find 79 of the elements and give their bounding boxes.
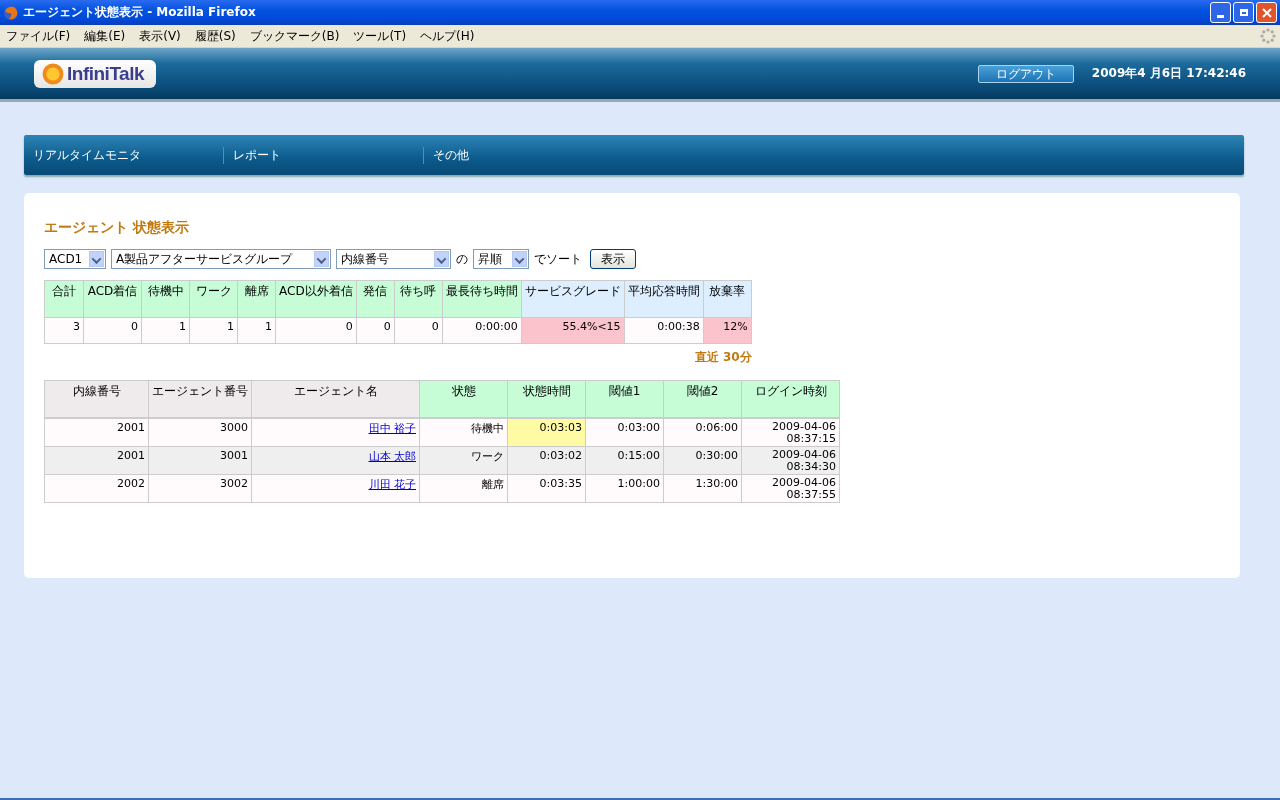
table-cell: 55.4%<15 <box>521 317 625 344</box>
column-header: 待ち呼 <box>394 280 443 318</box>
table-cell: 0:03:03 <box>507 418 586 447</box>
column-header: エージェント番号 <box>148 380 252 418</box>
menu-item[interactable]: ブックマーク(B) <box>245 27 344 45</box>
column-header: ログイン時刻 <box>741 380 840 418</box>
browser-globe-icon <box>3 4 19 21</box>
table-cell: 0:00:38 <box>624 317 704 344</box>
order-select[interactable]: 昇順 <box>473 249 529 269</box>
acd-select[interactable]: ACD1 <box>44 249 106 269</box>
datetime: 2009年4 月6日 17:42:46 <box>1091 65 1246 82</box>
column-header: 発信 <box>356 280 395 318</box>
table-cell: 0:15:00 <box>585 446 664 475</box>
nav-item[interactable]: その他 <box>424 146 623 164</box>
period-label: 直近 30分 <box>693 349 752 366</box>
table-cell: 2001 <box>44 418 149 447</box>
table-cell: 0:00:00 <box>442 317 522 344</box>
column-header: 内線番号 <box>44 380 149 418</box>
table-cell: 3001 <box>148 446 252 475</box>
column-header: 閾値1 <box>585 380 664 418</box>
menu-item[interactable]: ファイル(F) <box>2 27 75 45</box>
minimize-button[interactable] <box>1210 2 1231 23</box>
column-header: サービスグレード <box>521 280 625 318</box>
table-cell: 1:30:00 <box>663 474 742 503</box>
window-title: エージェント状態表示 - Mozilla Firefox <box>23 4 257 21</box>
table-cell: 2009-04-06 08:37:55 <box>741 474 840 503</box>
table-cell: 待機中 <box>419 418 508 447</box>
column-header: 合計 <box>44 280 84 318</box>
column-header: 放棄率 <box>703 280 752 318</box>
loading-throbber-icon <box>1260 28 1276 44</box>
menu-item[interactable]: ヘルプ(H) <box>416 27 479 45</box>
column-header: 最長待ち時間 <box>442 280 522 318</box>
menu-item[interactable]: 表示(V) <box>135 27 185 45</box>
restore-button[interactable] <box>1233 2 1254 23</box>
table-cell: 離席 <box>419 474 508 503</box>
close-button[interactable] <box>1256 2 1277 23</box>
table-cell: 2009-04-06 08:34:30 <box>741 446 840 475</box>
table-cell: 0:03:00 <box>585 418 664 447</box>
agent-name-link[interactable]: 川田 花子 <box>368 478 416 492</box>
close-icon <box>1261 7 1272 18</box>
column-header: 離席 <box>237 280 276 318</box>
menu-item[interactable]: 編集(E) <box>80 27 130 45</box>
page-title: エージェント 状態表示 <box>44 219 190 237</box>
nav-item[interactable]: リアルタイムモニタ <box>24 146 224 164</box>
column-header: 閾値2 <box>663 380 742 418</box>
table-cell: 0:03:02 <box>507 446 586 475</box>
logo-text: InfiniTalk <box>67 62 144 85</box>
menu-item[interactable]: ツール(T) <box>349 27 411 45</box>
logout-button[interactable]: ログアウト <box>977 64 1074 83</box>
agent-name-link[interactable]: 田中 裕子 <box>368 422 416 435</box>
table-cell: 0:03:35 <box>507 474 586 503</box>
table-cell: 3002 <box>148 474 252 503</box>
table-cell: 0:06:00 <box>663 418 742 447</box>
table-cell: ワーク <box>419 446 508 475</box>
column-header: ACD着信 <box>83 280 142 318</box>
table-cell: 0 <box>275 317 357 344</box>
nav-item[interactable]: レポート <box>224 146 424 164</box>
show-button[interactable]: 表示 <box>590 249 636 269</box>
sort-label: でソート <box>534 250 582 268</box>
column-header: 状態時間 <box>507 380 586 418</box>
table-cell: 2001 <box>44 446 149 475</box>
table-cell: 0:30:00 <box>663 446 742 475</box>
table-cell: 3000 <box>148 418 252 447</box>
table-cell: 2002 <box>44 474 149 503</box>
column-header: エージェント名 <box>251 380 420 418</box>
table-cell: 2009-04-06 08:37:15 <box>741 418 840 447</box>
column-header: 状態 <box>419 380 508 418</box>
sort-key-select[interactable]: 内線番号 <box>336 249 451 269</box>
sun-icon <box>42 62 64 85</box>
table-cell: 1:00:00 <box>585 474 664 503</box>
agent-name-link[interactable]: 山本 太郎 <box>368 450 416 464</box>
menu-item[interactable]: 履歴(S) <box>190 27 240 45</box>
column-header: 待機中 <box>141 280 190 318</box>
column-header: ACD以外着信 <box>275 280 357 318</box>
group-select[interactable]: A製品アフターサービスグループ <box>111 249 331 269</box>
column-header: 平均応答時間 <box>624 280 704 318</box>
column-header: ワーク <box>189 280 238 318</box>
of-label: の <box>456 250 468 268</box>
table-cell: 3 <box>44 317 84 344</box>
